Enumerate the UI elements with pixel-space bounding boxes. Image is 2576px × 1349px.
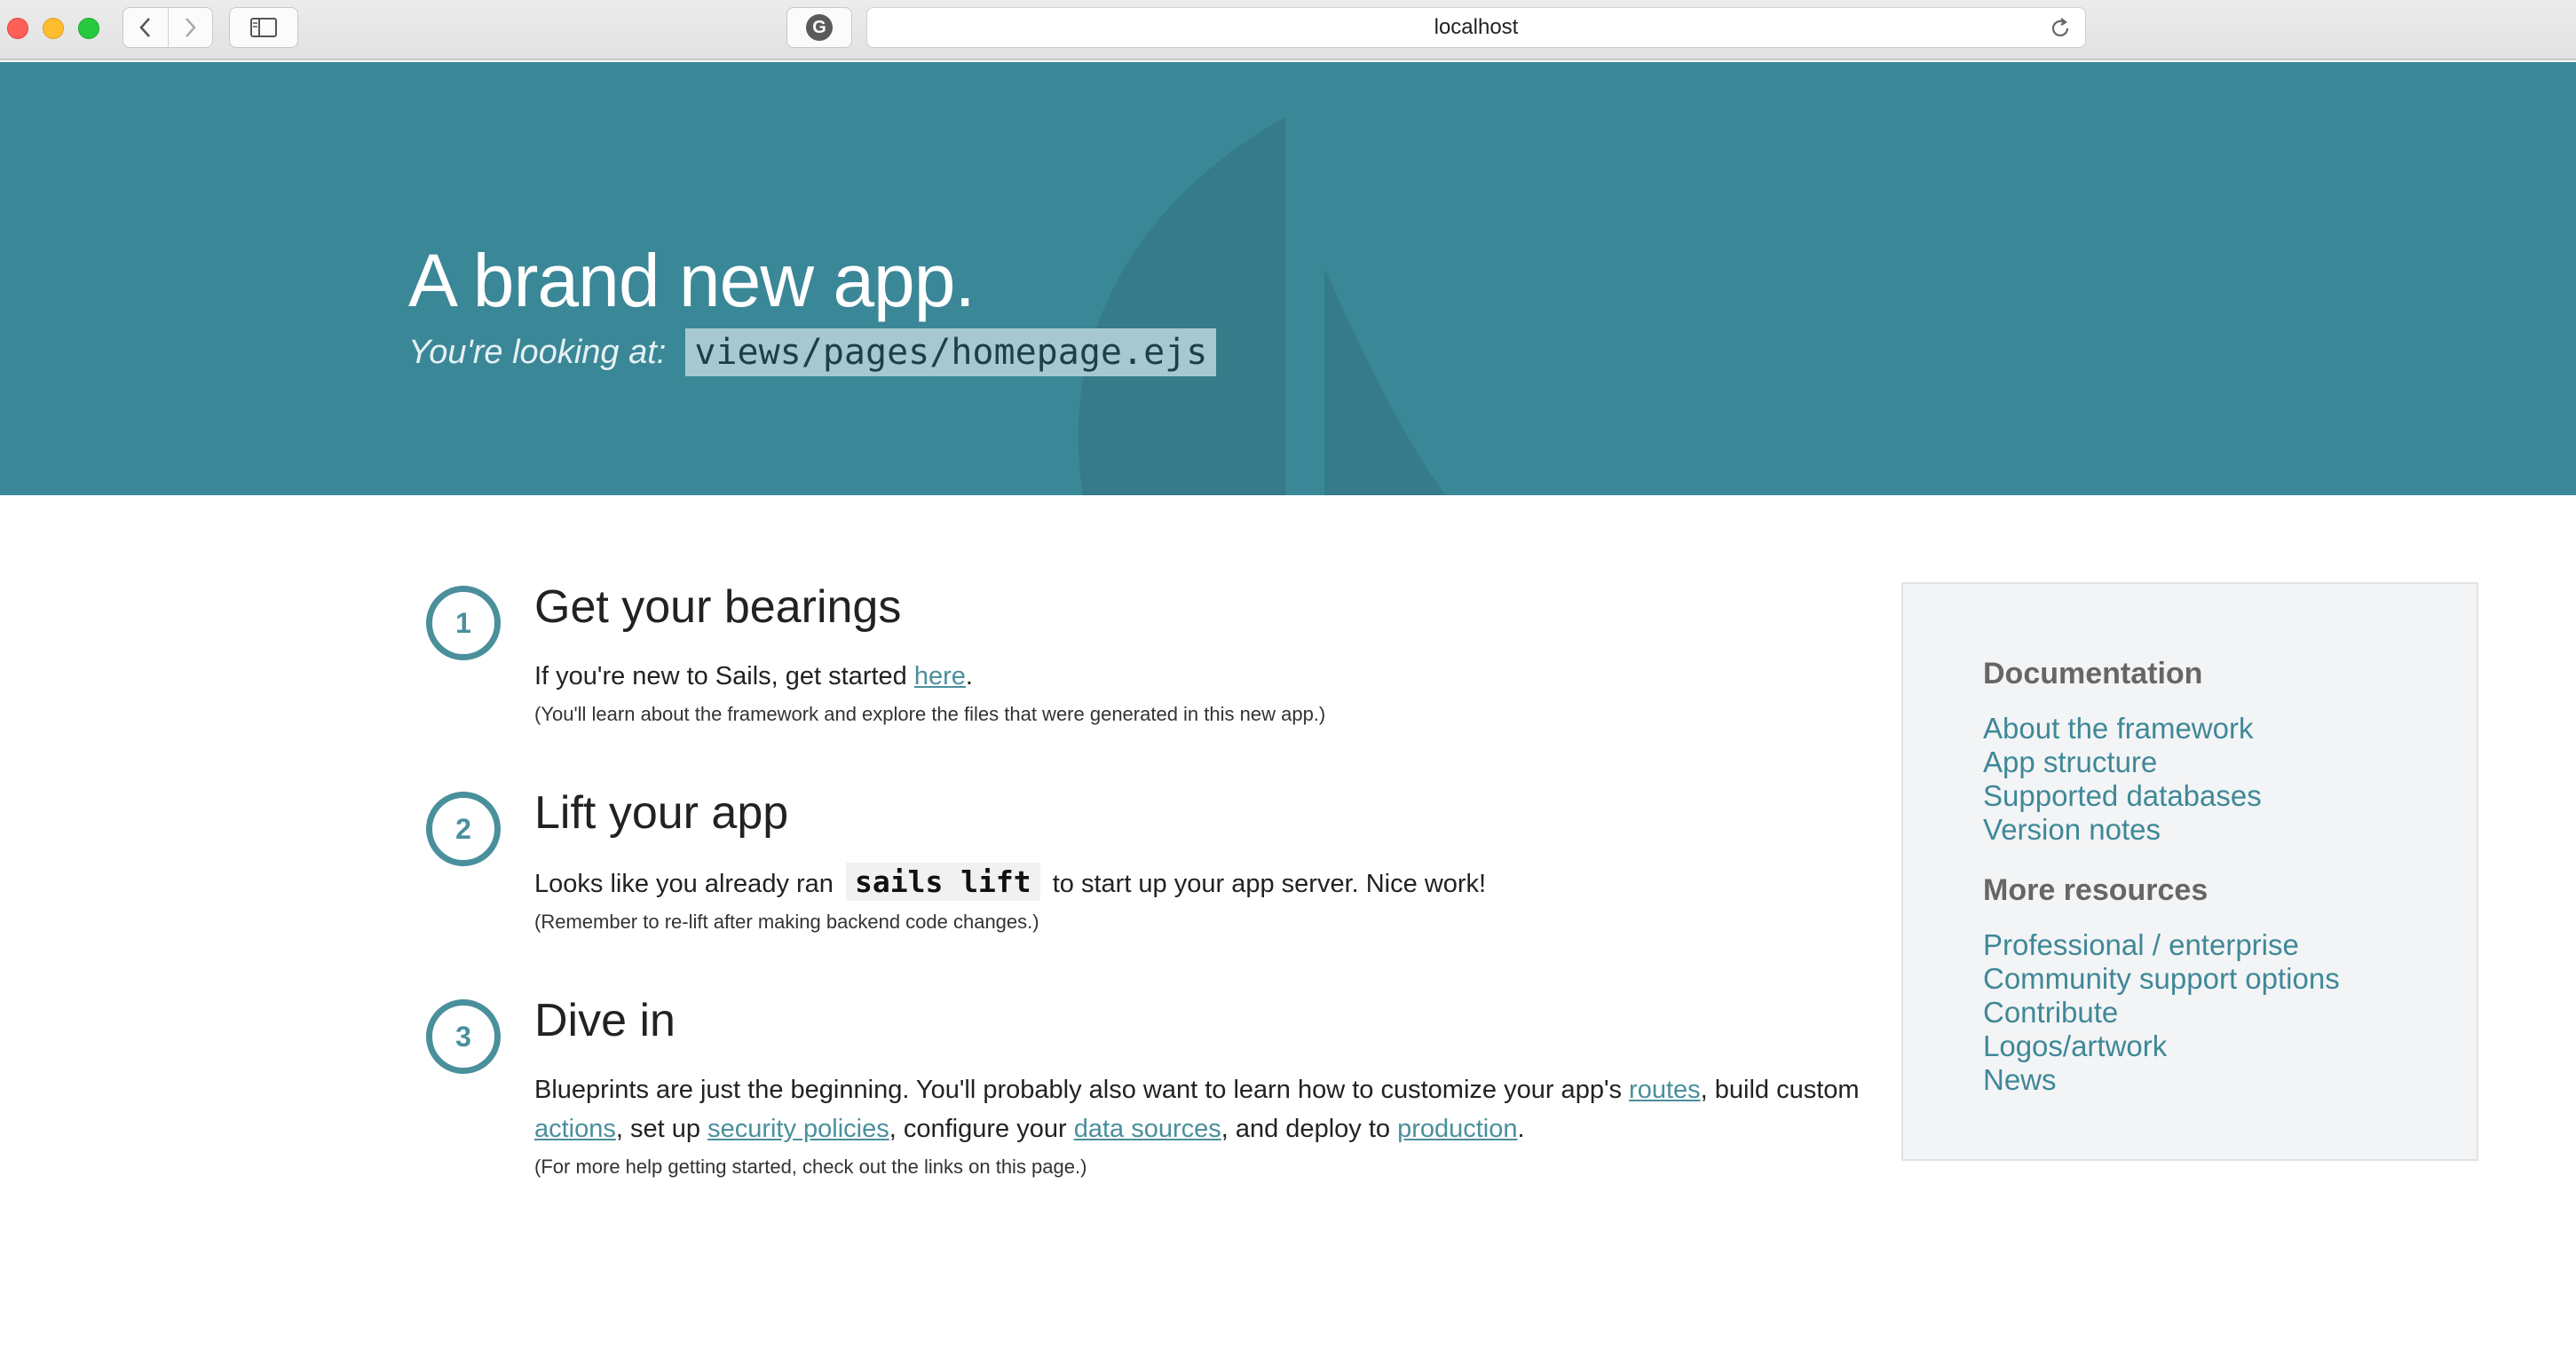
show-sidebar-button[interactable] [229, 7, 298, 48]
routes-link[interactable]: routes [1629, 1076, 1701, 1104]
sails-lift-command: sails lift [845, 863, 1040, 901]
step-text: Blueprints are just the beginning. You'l… [534, 1070, 1866, 1148]
app-structure-link[interactable]: App structure [1983, 746, 2157, 778]
step-body: Looks like you already ran sails lift to… [534, 863, 1866, 935]
list-item: About the framework [1983, 712, 2262, 746]
list-item: Community support options [1983, 962, 2340, 996]
step-number-badge: 1 [426, 586, 501, 660]
step-text-part: Looks like you already ran [534, 870, 841, 898]
community-support-link[interactable]: Community support options [1983, 962, 2340, 995]
actions-link[interactable]: actions [534, 1115, 616, 1143]
step-text-part: Blueprints are just the beginning. You'l… [534, 1076, 1630, 1104]
list-item: Professional / enterprise [1983, 928, 2340, 962]
step-number-badge: 3 [426, 999, 501, 1074]
step-text-part: to start up your app server. Nice work! [1045, 870, 1487, 898]
grammarly-icon: G [806, 14, 833, 41]
step-body: If you're new to Sails, get started here… [534, 657, 1866, 728]
hero-banner: A brand new app. You're looking at: view… [0, 62, 2576, 495]
step-text-part: . [965, 662, 973, 690]
step-number-badge: 2 [426, 792, 501, 866]
list-item: News [1983, 1063, 2340, 1097]
step-note: (You'll learn about the framework and ex… [534, 703, 1326, 725]
step-title: Get your bearings [534, 581, 902, 633]
step-title: Lift your app [534, 787, 789, 839]
navigation-buttons [122, 7, 213, 48]
reload-icon[interactable] [2048, 16, 2073, 41]
close-window-button[interactable] [7, 18, 28, 39]
step-note: (Remember to re-lift after making backen… [534, 911, 1039, 933]
version-notes-link[interactable]: Version notes [1983, 813, 2161, 846]
sailboat-logo-watermark [1078, 117, 1445, 495]
chevron-left-icon [139, 18, 150, 37]
step-note: (For more help getting started, check ou… [534, 1156, 1087, 1178]
step-text: Looks like you already ran sails lift to… [534, 863, 1866, 903]
data-sources-link[interactable]: data sources [1074, 1115, 1221, 1143]
contribute-link[interactable]: Contribute [1983, 996, 2118, 1029]
resources-links: Professional / enterprise Community supp… [1983, 928, 2340, 1097]
documentation-links: About the framework App structure Suppor… [1983, 712, 2262, 847]
browser-toolbar: G localhost [0, 0, 2576, 60]
supported-databases-link[interactable]: Supported databases [1983, 779, 2262, 812]
step-text-part: . [1517, 1115, 1525, 1143]
resources-sidebar: Documentation About the framework App st… [1901, 582, 2478, 1161]
step-text-part: , configure your [889, 1115, 1074, 1143]
back-button[interactable] [123, 8, 168, 47]
zoom-window-button[interactable] [78, 18, 99, 39]
production-link[interactable]: production [1397, 1115, 1517, 1143]
hero-subtitle-label: You're looking at: [408, 333, 667, 371]
page-title: A brand new app. [408, 239, 976, 322]
url-text: localhost [1434, 15, 1519, 39]
sidebar-icon [250, 18, 277, 37]
about-framework-link[interactable]: About the framework [1983, 712, 2253, 745]
list-item: Contribute [1983, 996, 2340, 1030]
professional-enterprise-link[interactable]: Professional / enterprise [1983, 928, 2299, 961]
list-item: Supported databases [1983, 779, 2262, 813]
news-link[interactable]: News [1983, 1063, 2057, 1096]
hero-subtitle: You're looking at: views/pages/homepage.… [408, 328, 1217, 376]
minimize-window-button[interactable] [43, 18, 64, 39]
extension-button[interactable]: G [786, 7, 852, 48]
chevron-right-icon [186, 18, 196, 37]
step-text-part: , set up [615, 1115, 708, 1143]
step-text-part: If you're new to Sails, get started [534, 662, 914, 690]
step-text: If you're new to Sails, get started here… [534, 657, 1866, 696]
list-item: App structure [1983, 746, 2262, 779]
step-text-part: , build custom [1700, 1076, 1860, 1104]
address-bar[interactable]: localhost [866, 7, 2086, 48]
list-item: Logos/artwork [1983, 1030, 2340, 1063]
step-text-part: , and deploy to [1221, 1115, 1398, 1143]
more-resources-heading: More resources [1983, 873, 2209, 907]
here-link[interactable]: here [914, 662, 966, 690]
security-policies-link[interactable]: security policies [707, 1115, 889, 1143]
forward-button[interactable] [167, 8, 213, 47]
step-body: Blueprints are just the beginning. You'l… [534, 1070, 1866, 1180]
step-title: Dive in [534, 995, 676, 1046]
list-item: Version notes [1983, 813, 2262, 847]
logos-artwork-link[interactable]: Logos/artwork [1983, 1030, 2167, 1062]
template-file-path: views/pages/homepage.ejs [685, 328, 1217, 376]
documentation-heading: Documentation [1983, 657, 2203, 690]
